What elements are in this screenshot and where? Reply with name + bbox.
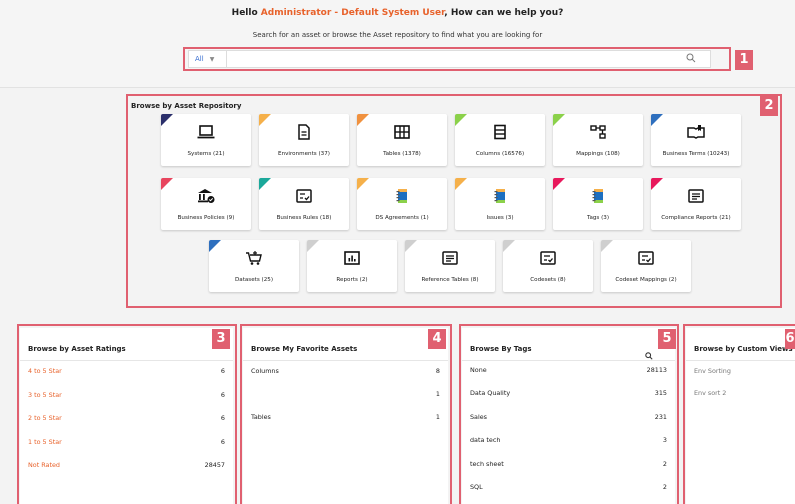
card-corner-accent: [651, 178, 663, 190]
notebook-icon: [589, 188, 607, 204]
repository-card[interactable]: Issues (3): [455, 178, 545, 230]
search-bar[interactable]: All ▼: [188, 50, 711, 68]
chevron-down-icon: ▼: [209, 56, 215, 63]
card-corner-accent: [259, 114, 271, 126]
card-label: Tags (3): [586, 215, 610, 221]
search-hero: Hello Administrator - Default System Use…: [0, 0, 795, 88]
repository-card[interactable]: DS Agreements (1): [357, 178, 447, 230]
cart-icon: [245, 250, 263, 266]
card-label: Systems (21): [187, 151, 225, 157]
card-label: Tables (1378): [383, 151, 421, 157]
callout-outline-6: [683, 324, 795, 504]
callout-number-1: 1: [735, 50, 753, 70]
greeting-prefix: Hello: [231, 8, 258, 18]
bar-chart-icon: [343, 250, 361, 266]
user-name: Administrator - Default System User: [260, 8, 445, 18]
repository-card[interactable]: Business Policies (9): [161, 178, 251, 230]
card-label: Business Rules (18): [276, 215, 332, 221]
repository-card[interactable]: Business Terms (10243): [651, 114, 741, 166]
policy-icon: [197, 188, 215, 204]
search-icon[interactable]: [686, 53, 696, 63]
card-corner-accent: [553, 114, 565, 126]
search-instructions: Search for an asset or browse the Asset …: [252, 31, 543, 39]
callout-number-2: 2: [760, 96, 778, 116]
callout-number-6: 6: [785, 329, 795, 349]
report-list-icon: [687, 188, 705, 204]
callout-outline-5: [459, 324, 679, 504]
repository-card[interactable]: Codeset Mappings (2): [601, 240, 691, 292]
greeting-suffix: , How can we help you?: [444, 8, 564, 18]
repository-card[interactable]: Reports (2): [307, 240, 397, 292]
card-corner-accent: [455, 178, 467, 190]
card-label: Issues (3): [486, 215, 514, 221]
callout-outline-3: [17, 324, 237, 504]
repository-card[interactable]: Tables (1378): [357, 114, 447, 166]
card-corner-accent: [553, 178, 565, 190]
repository-card[interactable]: Tags (3): [553, 178, 643, 230]
page: Hello Administrator - Default System Use…: [0, 0, 795, 504]
card-label: Codesets (8): [530, 277, 566, 283]
card-corner-accent: [161, 178, 173, 190]
card-label: Business Terms (10243): [662, 151, 730, 157]
card-label: Business Policies (9): [177, 215, 235, 221]
search-filter-value: All: [195, 55, 204, 63]
notebook-icon: [491, 188, 509, 204]
callout-number-3: 3: [212, 329, 230, 349]
card-corner-accent: [357, 178, 369, 190]
checklist-icon: [539, 250, 557, 266]
repository-card[interactable]: Reference Tables (8): [405, 240, 495, 292]
card-label: Datasets (25): [234, 277, 274, 283]
mapping-icon: [589, 124, 607, 140]
repository-card[interactable]: Compliance Reports (21): [651, 178, 741, 230]
card-corner-accent: [209, 240, 221, 252]
card-label: Reports (2): [336, 277, 368, 283]
card-corner-accent: [357, 114, 369, 126]
repository-card[interactable]: Columns (16576): [455, 114, 545, 166]
report-list-icon: [441, 250, 459, 266]
repository-title: Browse by Asset Repository: [131, 102, 242, 110]
greeting: Hello Administrator - Default System Use…: [0, 8, 795, 18]
laptop-icon: [197, 124, 215, 140]
card-label: Columns (16576): [475, 151, 525, 157]
repository-card[interactable]: Business Rules (18): [259, 178, 349, 230]
repository-card[interactable]: Datasets (25): [209, 240, 299, 292]
columns-icon: [491, 124, 509, 140]
card-corner-accent: [307, 240, 319, 252]
checklist-icon: [637, 250, 655, 266]
card-label: Codeset Mappings (2): [615, 277, 677, 283]
book-icon: [687, 124, 705, 140]
card-corner-accent: [651, 114, 663, 126]
repository-card[interactable]: Mappings (108): [553, 114, 643, 166]
table-icon: [393, 124, 411, 140]
card-corner-accent: [503, 240, 515, 252]
rules-icon: [295, 188, 313, 204]
card-label: DS Agreements (1): [375, 215, 429, 221]
card-label: Environments (37): [278, 151, 330, 157]
notebook-icon: [393, 188, 411, 204]
card-corner-accent: [455, 114, 467, 126]
card-label: Compliance Reports (21): [661, 215, 731, 221]
search-filter-select[interactable]: All ▼: [189, 51, 227, 67]
card-corner-accent: [405, 240, 417, 252]
repository-card[interactable]: Codesets (8): [503, 240, 593, 292]
card-label: Reference Tables (8): [421, 277, 479, 283]
card-label: Mappings (108): [576, 151, 620, 157]
card-corner-accent: [601, 240, 613, 252]
callout-number-4: 4: [428, 329, 446, 349]
document-icon: [295, 124, 313, 140]
repository-card[interactable]: Systems (21): [161, 114, 251, 166]
card-corner-accent: [259, 178, 271, 190]
callout-number-5: 5: [658, 329, 676, 349]
card-corner-accent: [161, 114, 173, 126]
repository-card[interactable]: Environments (37): [259, 114, 349, 166]
callout-outline-4: [240, 324, 452, 504]
